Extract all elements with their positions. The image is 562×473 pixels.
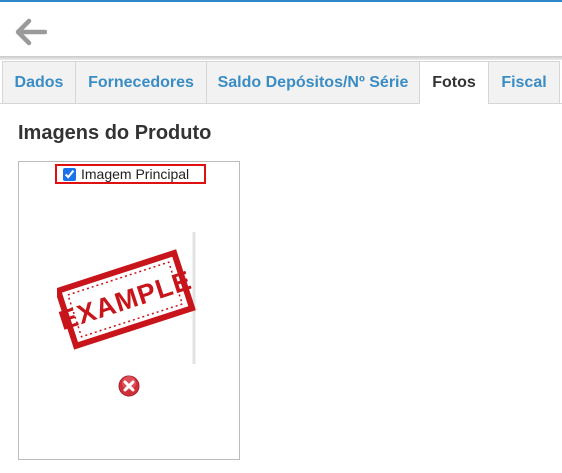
product-image: EXAMPLE	[57, 232, 196, 364]
principal-checkbox[interactable]	[63, 167, 76, 181]
principal-checkbox-group: Imagem Principal	[55, 164, 206, 184]
principal-label: Imagem Principal	[81, 166, 190, 182]
tab-bar: Dados Fornecedores Saldo Depósitos/Nº Sé…	[0, 61, 562, 104]
photo-card: Imagem Principal EXAMPLE	[18, 161, 240, 460]
tab-fiscal[interactable]: Fiscal	[488, 61, 560, 103]
page-title: Imagens do Produto	[18, 122, 212, 144]
topbar-divider	[0, 56, 562, 60]
tab-saldo-depositos[interactable]: Saldo Depósitos/Nº Série	[206, 61, 420, 103]
top-bar	[0, 0, 562, 60]
arrow-left-icon	[15, 18, 47, 46]
tab-fotos[interactable]: Fotos	[419, 61, 489, 104]
tab-dados[interactable]: Dados	[2, 61, 76, 103]
delete-photo-button[interactable]	[118, 375, 140, 397]
back-button[interactable]	[14, 15, 48, 49]
delete-x-icon	[118, 375, 140, 397]
tab-fornecedores[interactable]: Fornecedores	[75, 61, 207, 103]
